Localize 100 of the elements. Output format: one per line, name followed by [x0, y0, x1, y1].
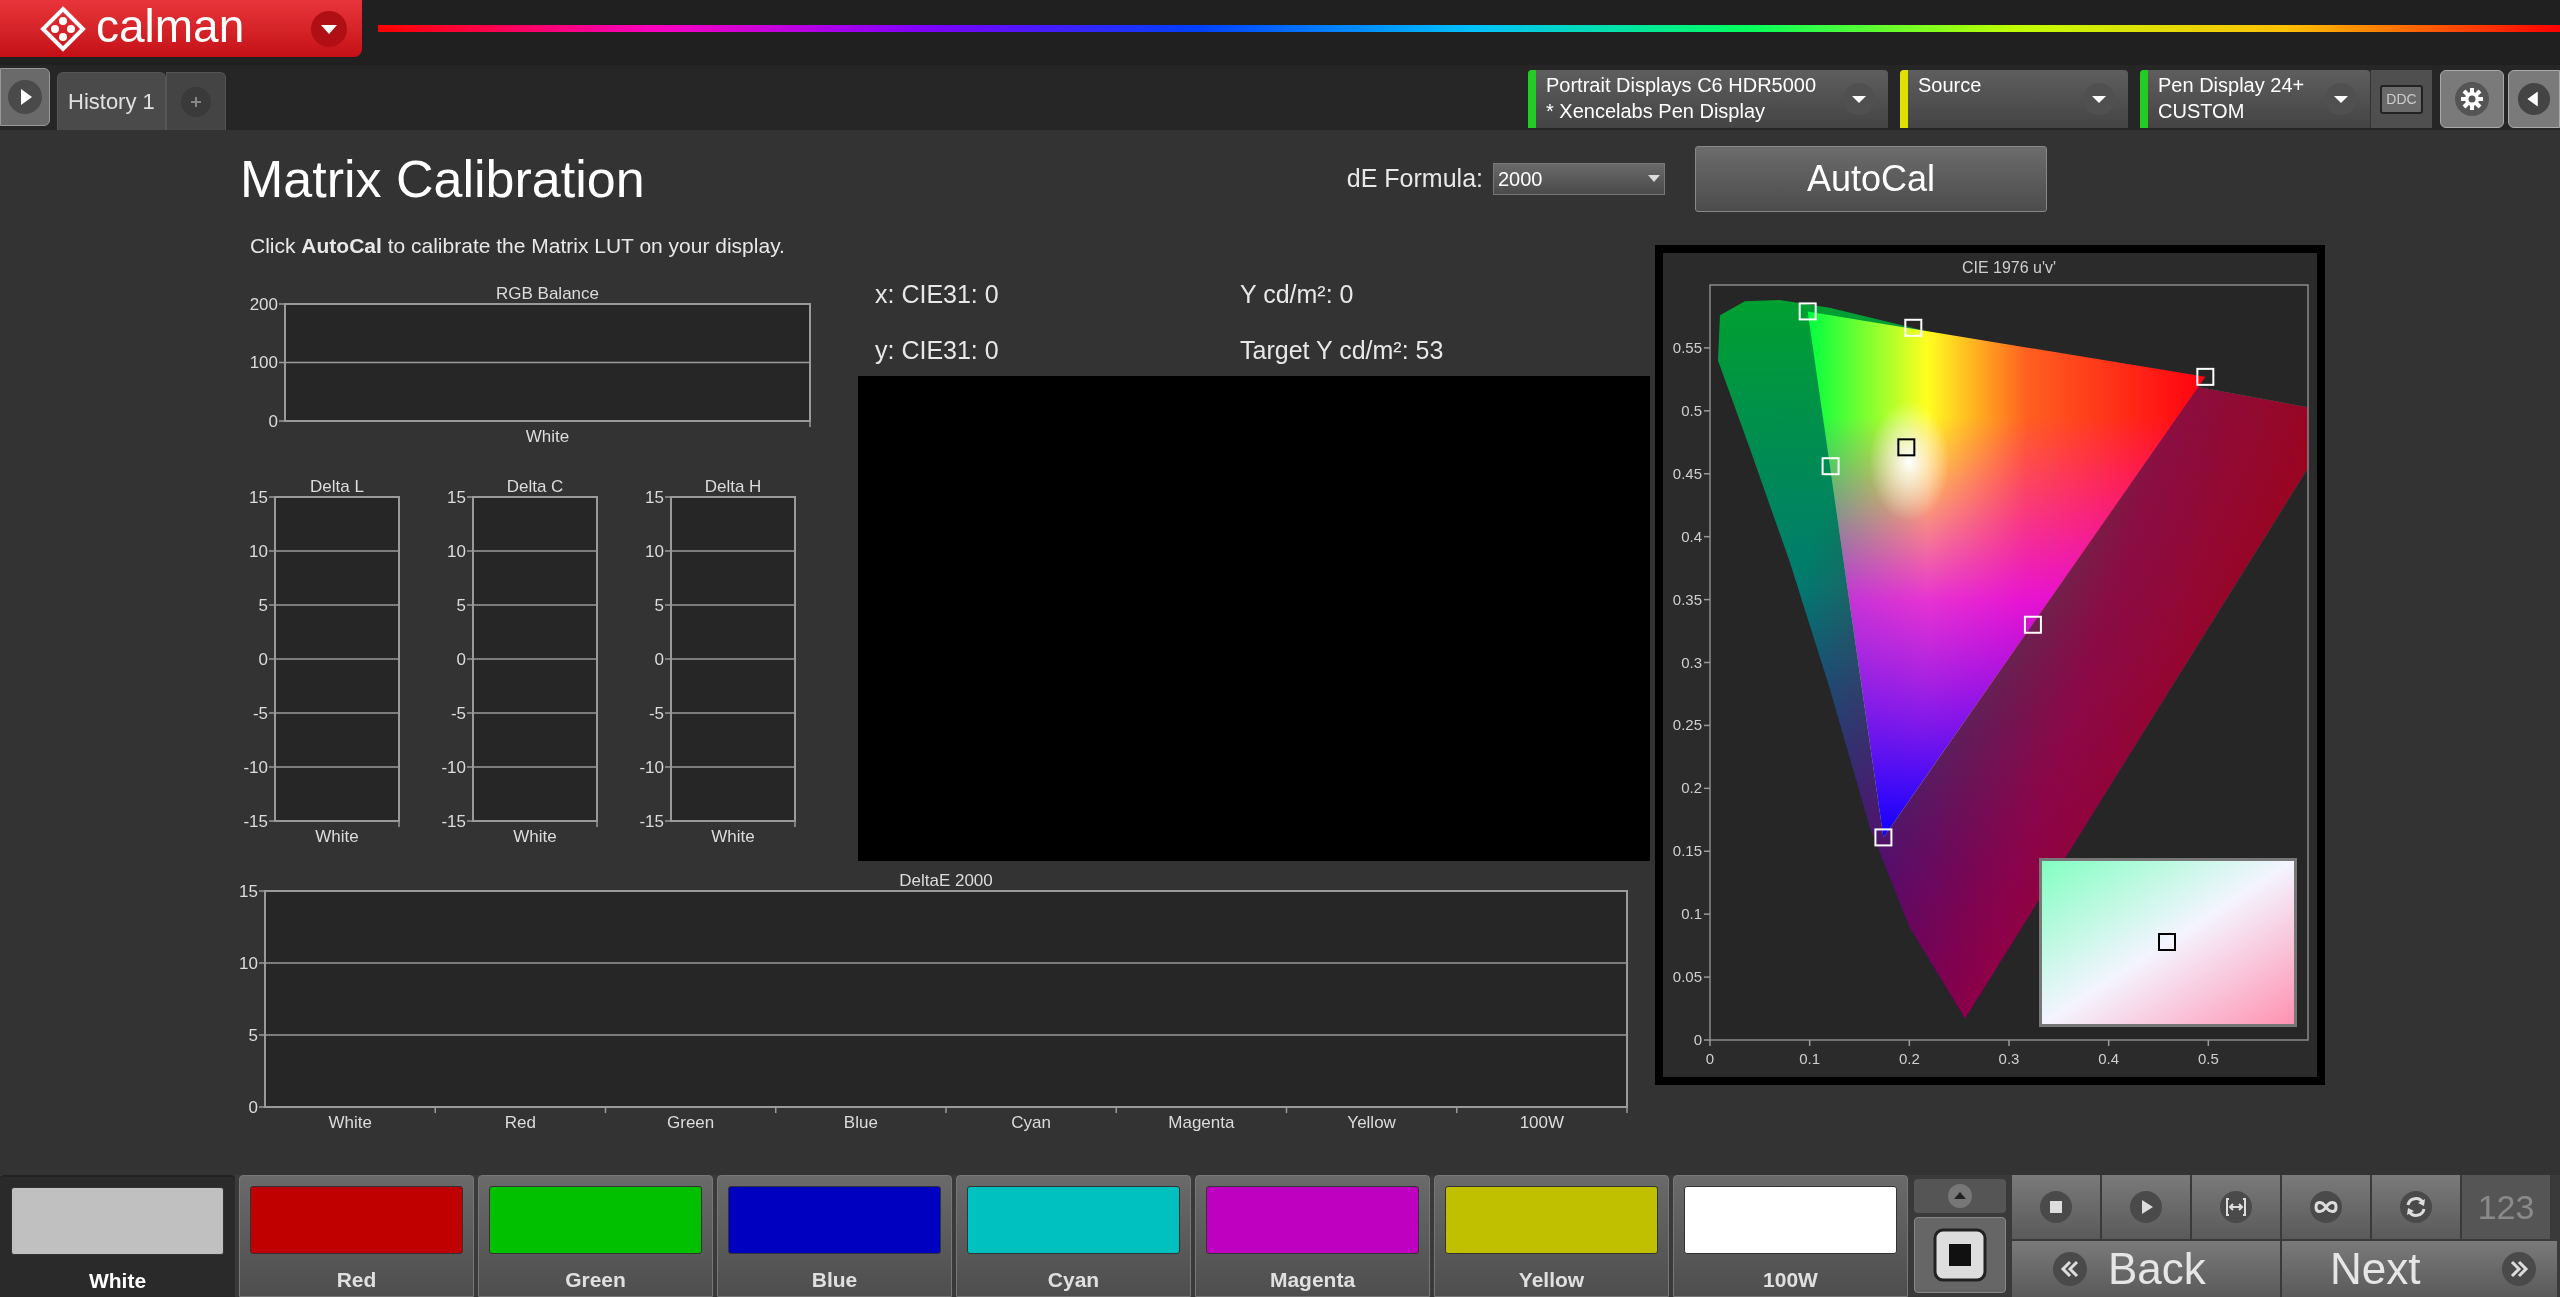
- settings-button[interactable]: [2440, 70, 2504, 128]
- settings-icon: [2454, 81, 2490, 117]
- infinity-icon: [2309, 1190, 2343, 1224]
- category-label: Red: [504, 1113, 536, 1132]
- chart-title: RGB Balance: [496, 284, 599, 303]
- data-point: [1821, 457, 1840, 476]
- chart-title: Delta H: [704, 477, 762, 496]
- reading-text: x: CIE31: 0: [875, 279, 1000, 310]
- axis-tick-label: 15: [645, 487, 664, 507]
- de-formula-label: dE Formula:: [1346, 163, 1483, 195]
- axis-tick-label: 0.3: [1998, 1050, 2020, 1067]
- axis-tick-label: 100: [249, 353, 278, 373]
- category-label: Green: [667, 1113, 715, 1132]
- axis-tick-label: 0: [258, 649, 268, 669]
- axis-tick-label: -5: [648, 703, 664, 723]
- axis-tick-label: 0: [1705, 1050, 1715, 1067]
- reading-text: Y cd/m²: 0: [1240, 279, 1355, 310]
- device-selector[interactable]: Source: [1900, 70, 2128, 128]
- data-point: [2196, 367, 2215, 386]
- axis-tick-label: 0.25: [1672, 716, 1702, 734]
- axis-tick-label: 200: [249, 294, 278, 314]
- color-patch-button[interactable]: 100W: [1673, 1175, 1908, 1297]
- dropdown-icon: [310, 9, 348, 48]
- device-name: Source: [1918, 73, 1982, 98]
- color-patch-button[interactable]: Magenta: [1195, 1175, 1430, 1297]
- axis-tick-label: 0.1: [1681, 905, 1702, 923]
- next-button[interactable]: Next: [2282, 1241, 2557, 1297]
- data-point: [1904, 318, 1923, 337]
- play-icon: [2129, 1190, 2163, 1224]
- axis-tick-label: 0: [1693, 1031, 1702, 1048]
- category-label: White: [328, 1113, 372, 1132]
- axis-tick-label: 15: [447, 487, 466, 507]
- back-button[interactable]: Back: [2012, 1241, 2280, 1297]
- reading-text: y: CIE31: 0: [875, 335, 1000, 366]
- color-patch-button[interactable]: Red: [239, 1175, 474, 1297]
- axis-tick-label: 0.1: [1799, 1050, 1821, 1067]
- category-label: Magenta: [1168, 1113, 1235, 1132]
- data-point: [1798, 302, 1817, 321]
- play-icon: [7, 79, 43, 115]
- axis-tick-label: -5: [450, 703, 466, 723]
- app-menu-button[interactable]: calman: [0, 0, 362, 57]
- stop-icon: [1932, 1227, 1988, 1283]
- color-patch-button[interactable]: Blue: [717, 1175, 952, 1297]
- category-label: White: [315, 827, 359, 846]
- color-patch-button[interactable]: Cyan: [956, 1175, 1191, 1297]
- refresh-button[interactable]: [2372, 1175, 2460, 1239]
- reading-text: Target Y cd/m²: 53: [1240, 335, 1445, 366]
- axis-tick-label: -10: [243, 757, 268, 777]
- axis-tick-label: 5: [248, 1025, 258, 1045]
- color-patch-button[interactable]: White: [0, 1175, 235, 1297]
- axis-tick-label: 0.15: [1672, 842, 1702, 860]
- data-point: [2023, 615, 2042, 634]
- play-button[interactable]: [0, 68, 50, 126]
- axis-tick-label: 0.5: [1681, 401, 1702, 419]
- device-selector[interactable]: Portrait Displays C6 HDR5000 * Xencelabs Pen Display: [1528, 70, 1888, 128]
- category-label: Yellow: [1347, 1113, 1396, 1132]
- page-title: Matrix Calibration: [240, 149, 645, 210]
- collapse-button[interactable]: [2508, 70, 2560, 128]
- history-tab[interactable]: History 1: [57, 72, 166, 130]
- axis-tick-label: 0: [248, 1097, 258, 1117]
- color-patch-button[interactable]: Green: [478, 1175, 713, 1297]
- loop-button[interactable]: [2282, 1175, 2370, 1239]
- device-name: * Xencelabs Pen Display: [1546, 99, 1766, 124]
- ddc-button[interactable]: DDC: [2370, 70, 2432, 128]
- axis-tick-label: 5: [654, 595, 664, 615]
- category-label: White: [711, 827, 755, 846]
- axis-tick-label: -15: [441, 811, 466, 831]
- plus-icon: [179, 85, 212, 118]
- fit-button[interactable]: [2192, 1175, 2280, 1239]
- category-label: White: [513, 827, 557, 846]
- double-chevron-right-icon: [2501, 1251, 2537, 1287]
- axis-tick-label: 5: [258, 595, 268, 615]
- axis-tick-label: 10: [239, 953, 258, 973]
- category-label: Blue: [843, 1113, 878, 1132]
- axis-tick-label: 10: [447, 541, 466, 561]
- data-point: [1897, 438, 1916, 457]
- category-label: Cyan: [1011, 1113, 1051, 1132]
- axis-tick-label: 0: [654, 649, 664, 669]
- axis-tick-label: -15: [639, 811, 664, 831]
- stop-icon: [2039, 1190, 2073, 1224]
- chart-title: Delta L: [310, 477, 364, 496]
- data-point: [1874, 828, 1893, 847]
- device-selector[interactable]: Pen Display 24+ CUSTOM: [2140, 70, 2370, 128]
- device-name: Portrait Displays C6 HDR5000: [1546, 73, 1817, 98]
- ddc-label: DDC: [2380, 84, 2423, 114]
- axis-tick-label: -15: [243, 811, 268, 831]
- axis-tick-label: 15: [249, 487, 268, 507]
- device-name: Pen Display 24+: [2158, 73, 2305, 98]
- device-name: CUSTOM: [2158, 99, 2246, 124]
- axis-tick-label: 0.55: [1672, 338, 1702, 356]
- axis-tick-label: 0: [268, 411, 278, 431]
- color-patch-button[interactable]: Yellow: [1434, 1175, 1669, 1297]
- stop-button[interactable]: [1914, 1217, 2006, 1293]
- stop-button[interactable]: [2012, 1175, 2100, 1239]
- axis-tick-label: 0.2: [1681, 779, 1702, 797]
- category-label: 100W: [1519, 1113, 1565, 1132]
- axis-tick-label: 0.45: [1672, 464, 1702, 482]
- de-formula-select[interactable]: 2000: [1493, 163, 1665, 195]
- autocal-button[interactable]: AutoCal: [1695, 146, 2047, 212]
- axis-tick-label: 0.4: [1681, 527, 1702, 545]
